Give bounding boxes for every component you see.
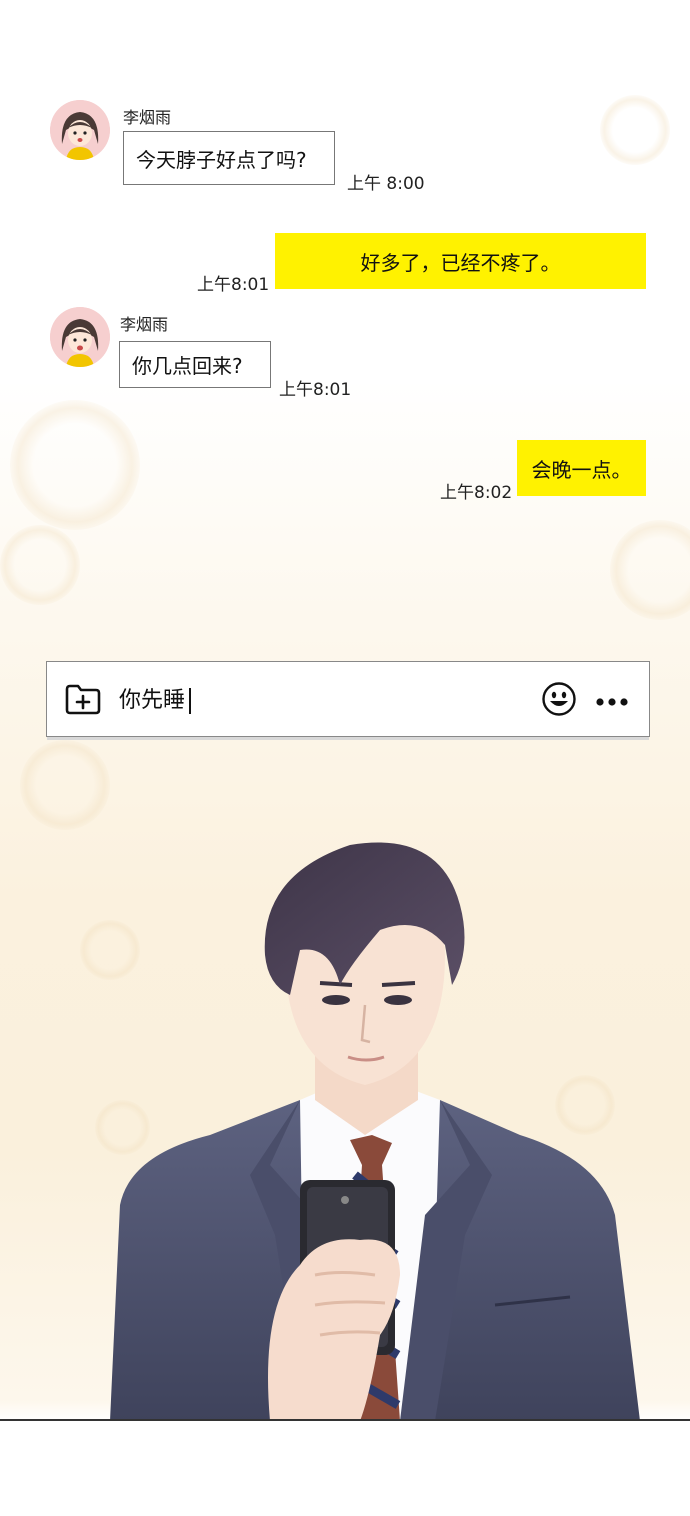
outgoing-message-bubble[interactable]: 会晚一点。 <box>517 440 646 496</box>
folder-plus-icon[interactable] <box>65 683 101 719</box>
message-timestamp: 上午8:01 <box>279 380 352 400</box>
bokeh-decoration <box>0 525 80 605</box>
incoming-message-bubble[interactable]: 今天脖子好点了吗? <box>123 131 335 185</box>
bokeh-decoration <box>20 740 110 830</box>
bokeh-decoration <box>610 520 690 620</box>
bokeh-decoration <box>10 400 140 530</box>
sender-name: 李烟雨 <box>120 315 169 334</box>
incoming-message-bubble[interactable]: 你几点回来? <box>119 341 271 388</box>
outgoing-message-bubble[interactable]: 好多了，已经不疼了。 <box>275 233 646 289</box>
message-timestamp: 上午8:01 <box>197 275 270 295</box>
smiley-icon[interactable] <box>542 682 576 720</box>
text-caret <box>189 688 192 714</box>
message-input[interactable]: 你先睡 <box>119 682 192 714</box>
message-input-bar[interactable]: 你先睡 <box>46 661 650 740</box>
ellipsis-icon[interactable] <box>595 693 629 712</box>
message-timestamp: 上午 8:00 <box>347 174 425 194</box>
avatar[interactable] <box>50 100 110 160</box>
panel-divider <box>0 1419 690 1421</box>
bokeh-decoration <box>600 95 670 165</box>
sender-name: 李烟雨 <box>123 108 172 127</box>
man-with-phone-illustration <box>110 842 640 1421</box>
message-input-value: 你先睡 <box>119 688 186 713</box>
avatar[interactable] <box>50 307 110 367</box>
message-timestamp: 上午8:02 <box>440 483 513 503</box>
